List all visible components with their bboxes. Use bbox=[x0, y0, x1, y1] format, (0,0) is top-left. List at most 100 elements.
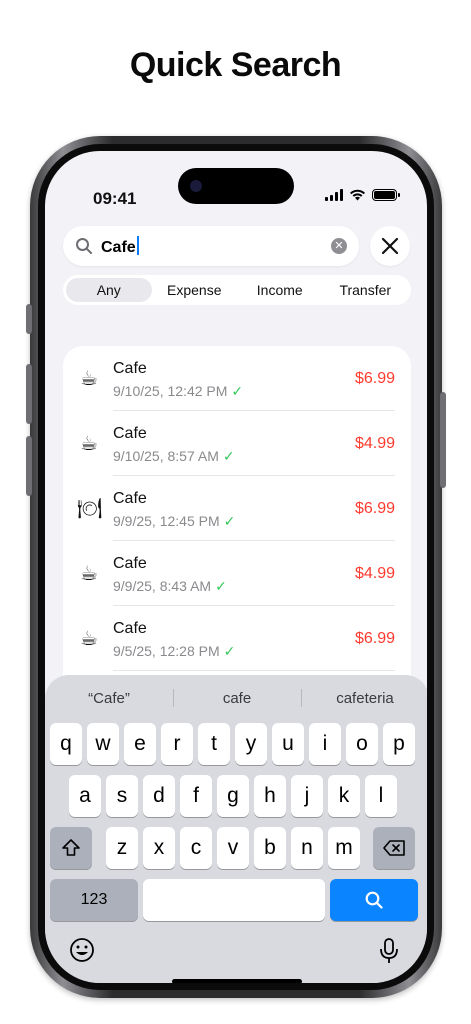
key-s[interactable]: s bbox=[106, 775, 138, 817]
check-icon: ✓ bbox=[222, 448, 235, 464]
keyboard: “Cafe” cafe cafeteria q w e r t y u i o … bbox=[45, 675, 427, 983]
check-icon: ✓ bbox=[223, 643, 236, 659]
key-y[interactable]: y bbox=[235, 723, 267, 765]
wifi-icon bbox=[350, 189, 365, 201]
row-divider bbox=[113, 670, 395, 671]
phone-bezel: 09:41 Cafe ✕ Any Expense Income Transfer… bbox=[38, 144, 434, 990]
coffee-icon: ☕ bbox=[80, 368, 98, 390]
dynamic-island bbox=[178, 168, 294, 204]
key-b[interactable]: b bbox=[254, 827, 286, 869]
status-icons bbox=[325, 189, 400, 201]
key-h[interactable]: h bbox=[254, 775, 286, 817]
battery-icon bbox=[372, 189, 400, 201]
key-i[interactable]: i bbox=[309, 723, 341, 765]
filter-expense[interactable]: Expense bbox=[152, 278, 238, 302]
list-item[interactable]: ☕ Cafe 9/10/25, 12:42 PM ✓ $6.99 bbox=[63, 346, 411, 411]
key-n[interactable]: n bbox=[291, 827, 323, 869]
search-key[interactable] bbox=[330, 879, 418, 921]
transaction-date: 9/9/25, 12:45 PM ✓ bbox=[113, 513, 236, 529]
list-item[interactable]: ☕ Cafe 9/10/25, 8:57 AM ✓ $4.99 bbox=[63, 411, 411, 476]
transaction-date: 9/5/25, 12:28 PM ✓ bbox=[113, 643, 236, 659]
numbers-key[interactable]: 123 bbox=[50, 879, 138, 921]
predictive-bar: “Cafe” cafe cafeteria bbox=[45, 681, 427, 715]
search-query[interactable]: Cafe bbox=[101, 235, 331, 257]
transaction-amount: $6.99 bbox=[354, 500, 395, 517]
list-item[interactable]: 🍽 Cafe 9/9/25, 12:45 PM ✓ $6.99 bbox=[63, 476, 411, 541]
check-icon: ✓ bbox=[231, 383, 244, 399]
key-t[interactable]: t bbox=[198, 723, 230, 765]
volume-up-button bbox=[26, 364, 32, 424]
key-l[interactable]: l bbox=[365, 775, 397, 817]
type-filter-segmented-control: Any Expense Income Transfer bbox=[63, 275, 411, 305]
power-button bbox=[440, 392, 446, 488]
phone-frame: 09:41 Cafe ✕ Any Expense Income Transfer… bbox=[26, 136, 446, 998]
status-time: 09:41 bbox=[93, 189, 137, 208]
transaction-date: 9/10/25, 8:57 AM ✓ bbox=[113, 448, 235, 464]
cellular-signal-icon bbox=[325, 189, 343, 201]
check-icon: ✓ bbox=[215, 578, 227, 594]
shift-icon bbox=[62, 839, 80, 856]
key-p[interactable]: p bbox=[383, 723, 415, 765]
microphone-icon[interactable] bbox=[379, 937, 399, 971]
fork-and-knife-icon: 🍽 bbox=[77, 498, 103, 520]
coffee-icon: ☕ bbox=[80, 563, 98, 585]
key-d[interactable]: d bbox=[143, 775, 175, 817]
suggestion-cafeteria[interactable]: cafeteria bbox=[301, 681, 427, 715]
key-u[interactable]: u bbox=[272, 723, 304, 765]
transaction-date: 9/10/25, 12:42 PM ✓ bbox=[113, 383, 244, 399]
filter-transfer[interactable]: Transfer bbox=[323, 278, 409, 302]
key-z[interactable]: z bbox=[106, 827, 138, 869]
transaction-name: Cafe bbox=[113, 490, 147, 507]
transaction-name: Cafe bbox=[113, 425, 147, 442]
x-circle-icon[interactable]: ✕ bbox=[331, 238, 347, 254]
search-field[interactable]: Cafe ✕ bbox=[63, 226, 359, 266]
transaction-amount: $6.99 bbox=[354, 630, 395, 647]
list-item[interactable]: ☕ Cafe 9/9/25, 8:43 AM ✓ $4.99 bbox=[63, 541, 411, 606]
coffee-icon: ☕ bbox=[80, 433, 98, 455]
text-caret bbox=[136, 235, 139, 255]
search-icon bbox=[76, 238, 92, 254]
key-a[interactable]: a bbox=[69, 775, 101, 817]
list-item[interactable]: ☕ Cafe 9/5/25, 12:28 PM ✓ $6.99 bbox=[63, 606, 411, 671]
key-q[interactable]: q bbox=[50, 723, 82, 765]
search-icon bbox=[365, 891, 383, 909]
key-r[interactable]: r bbox=[161, 723, 193, 765]
key-g[interactable]: g bbox=[217, 775, 249, 817]
action-button bbox=[26, 304, 32, 334]
key-x[interactable]: x bbox=[143, 827, 175, 869]
key-o[interactable]: o bbox=[346, 723, 378, 765]
transaction-amount: $4.99 bbox=[354, 435, 395, 452]
key-e[interactable]: e bbox=[124, 723, 156, 765]
results-list: ☕ Cafe 9/10/25, 12:42 PM ✓ $6.99 ☕ Cafe 9… bbox=[63, 346, 411, 706]
emoji-icon[interactable] bbox=[69, 937, 95, 969]
key-c[interactable]: c bbox=[180, 827, 212, 869]
transaction-name: Cafe bbox=[113, 555, 147, 572]
coffee-icon: ☕ bbox=[80, 628, 98, 650]
suggestion-quoted[interactable]: “Cafe” bbox=[45, 681, 173, 715]
key-v[interactable]: v bbox=[217, 827, 249, 869]
key-w[interactable]: w bbox=[87, 723, 119, 765]
home-indicator bbox=[172, 979, 302, 983]
suggestion-cafe[interactable]: cafe bbox=[173, 681, 301, 715]
key-f[interactable]: f bbox=[180, 775, 212, 817]
backspace-key[interactable] bbox=[373, 827, 415, 869]
key-m[interactable]: m bbox=[328, 827, 360, 869]
key-j[interactable]: j bbox=[291, 775, 323, 817]
screen: 09:41 Cafe ✕ Any Expense Income Transfer… bbox=[45, 151, 427, 983]
filter-any[interactable]: Any bbox=[66, 278, 152, 302]
shift-key[interactable] bbox=[50, 827, 92, 869]
filter-income[interactable]: Income bbox=[237, 278, 323, 302]
space-key[interactable] bbox=[143, 879, 325, 921]
transaction-amount: $4.99 bbox=[354, 565, 395, 582]
backspace-icon bbox=[383, 840, 405, 856]
page-headline: Quick Search bbox=[129, 46, 342, 84]
close-icon bbox=[381, 237, 399, 255]
transaction-name: Cafe bbox=[113, 360, 147, 377]
transaction-name: Cafe bbox=[113, 620, 147, 637]
transaction-date: 9/9/25, 8:43 AM ✓ bbox=[113, 578, 227, 594]
transaction-amount: $6.99 bbox=[354, 370, 395, 387]
close-button[interactable] bbox=[370, 226, 410, 266]
volume-down-button bbox=[26, 436, 32, 496]
key-k[interactable]: k bbox=[328, 775, 360, 817]
check-icon: ✓ bbox=[223, 513, 236, 529]
